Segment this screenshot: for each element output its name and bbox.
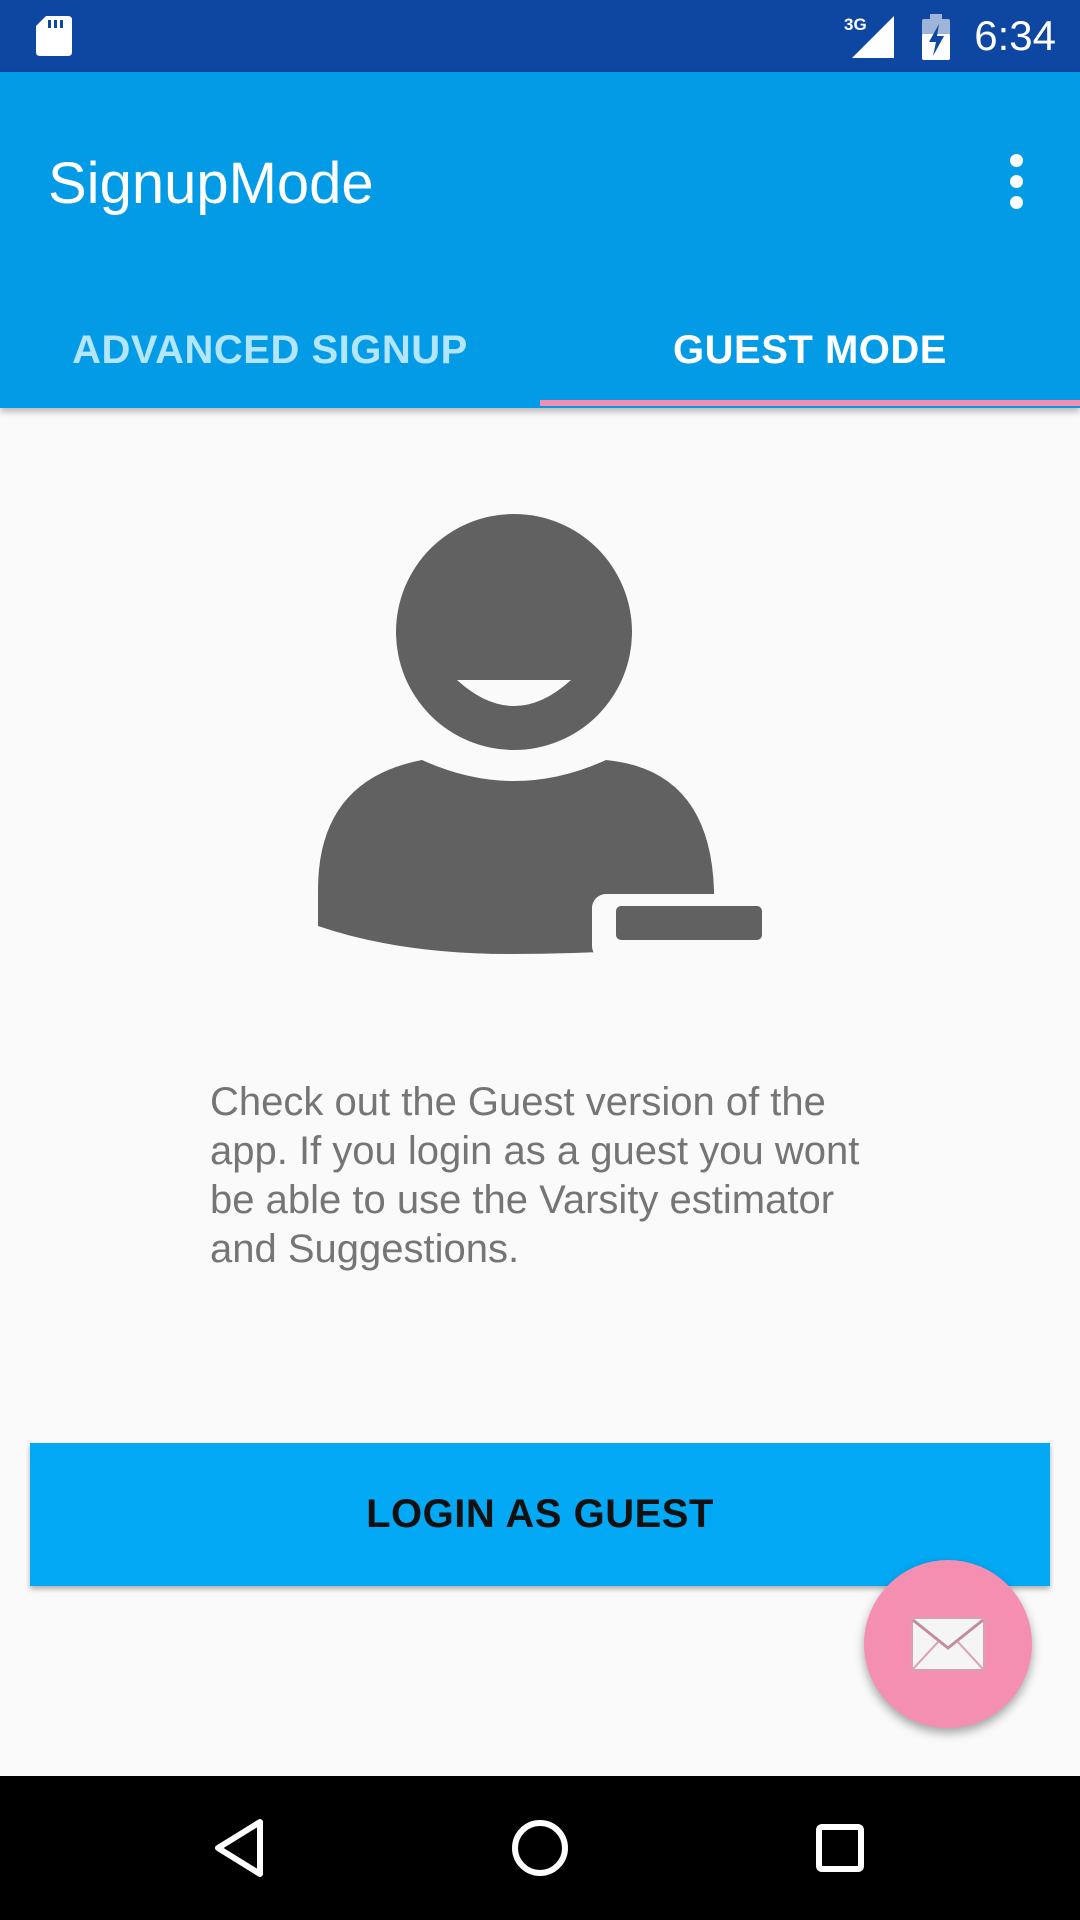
status-bar: 3G 6:34 (0, 0, 1080, 72)
mail-fab-button[interactable] (864, 1560, 1032, 1728)
recents-icon[interactable] (790, 1798, 890, 1898)
tab-indicator (540, 400, 1080, 406)
signal-3g-icon: 3G (844, 15, 894, 58)
network-type-label: 3G (844, 15, 867, 34)
tab-guest-mode[interactable]: GUEST MODE (540, 300, 1080, 408)
battery-charging-icon (922, 14, 950, 60)
more-vert-icon[interactable] (976, 142, 1056, 222)
status-clock: 6:34 (974, 12, 1056, 59)
signup-mode-screen: 3G 6:34 SignupMode ADVANCED SIGNUP GUEST… (0, 0, 1080, 1920)
back-icon[interactable] (190, 1798, 290, 1898)
sd-card-icon (36, 16, 72, 56)
guest-mode-description: Check out the Guest version of the app. … (210, 1080, 860, 1271)
home-icon[interactable] (490, 1798, 590, 1898)
login-as-guest-button[interactable]: LOGIN AS GUEST (30, 1443, 1050, 1586)
guest-user-icon (318, 514, 766, 960)
mail-icon (911, 1617, 985, 1671)
app-title: SignupMode (48, 151, 374, 216)
app-bar: SignupMode ADVANCED SIGNUP GUEST MODE (0, 72, 1080, 408)
tab-advanced-signup[interactable]: ADVANCED SIGNUP (0, 300, 540, 408)
navigation-bar (0, 1776, 1080, 1920)
